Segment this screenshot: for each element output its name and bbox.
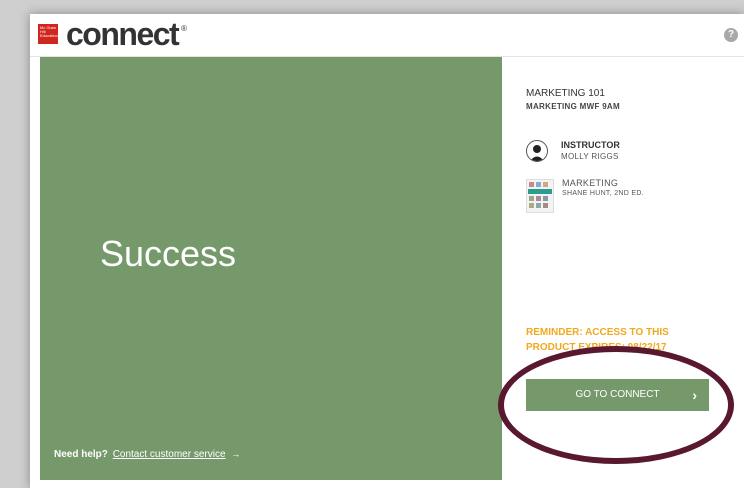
instructor-label: INSTRUCTOR [561, 140, 620, 150]
success-panel: Success Need help? Contact customer serv… [40, 57, 502, 480]
go-to-connect-label: GO TO CONNECT [575, 389, 660, 400]
connect-logo: connect [66, 16, 180, 52]
mcgraw-hill-logo-icon: Mc Graw Hill Education [38, 24, 58, 44]
help-line: Need help? Contact customer service → [54, 449, 240, 460]
need-help-label: Need help? [54, 449, 108, 460]
logo-registered-mark: ® [181, 24, 187, 33]
course-title: MARKETING 101 [526, 88, 605, 99]
success-heading: Success [100, 233, 237, 274]
course-section: MARKETING MWF 9AM [526, 102, 620, 111]
reminder-line-1: REMINDER: ACCESS TO THIS [526, 327, 669, 338]
book-cover-icon [526, 179, 554, 213]
arrow-right-icon: → [231, 449, 241, 459]
book-title: MARKETING [562, 178, 619, 188]
header-bar: Mc Graw Hill Education connect ® ? [30, 14, 744, 57]
help-icon[interactable]: ? [724, 28, 738, 42]
contact-customer-service-link[interactable]: Contact customer service [113, 449, 226, 460]
go-to-connect-button[interactable]: GO TO CONNECT › [526, 379, 709, 411]
chevron-right-icon: › [692, 387, 697, 403]
book-author: SHANE HUNT, 2ND ED. [562, 190, 644, 197]
access-reminder: REMINDER: ACCESS TO THIS PRODUCT EXPIRES… [526, 325, 726, 355]
app-window: Mc Graw Hill Education connect ® ? Succe… [30, 14, 744, 488]
user-avatar-icon [526, 140, 548, 162]
instructor-name: MOLLY RIGGS [561, 152, 619, 161]
reminder-line-2: PRODUCT EXPIRES: 08/22/17 [526, 342, 667, 353]
